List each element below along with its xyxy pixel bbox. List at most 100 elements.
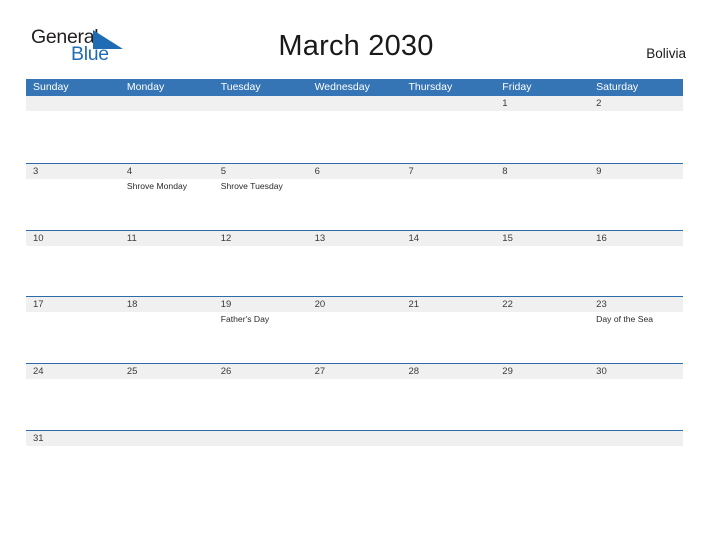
weekday-header-tuesday: Tuesday <box>220 81 261 93</box>
day-event[interactable] <box>308 312 402 362</box>
day-event[interactable] <box>120 312 214 362</box>
day-event[interactable] <box>308 246 402 296</box>
day-event[interactable]: Day of the Sea <box>589 312 683 362</box>
day-number[interactable]: 14 <box>401 231 495 246</box>
day-number[interactable] <box>308 431 402 446</box>
day-event[interactable] <box>589 179 683 229</box>
day-event[interactable]: Shrove Monday <box>120 179 214 229</box>
day-number[interactable] <box>214 96 308 111</box>
day-number[interactable]: 29 <box>495 364 589 379</box>
day-number[interactable]: 5 <box>214 164 308 179</box>
weekday-header-monday: Monday <box>126 81 165 93</box>
day-number[interactable]: 26 <box>214 364 308 379</box>
day-number[interactable]: 28 <box>401 364 495 379</box>
day-event[interactable] <box>26 246 120 296</box>
day-number[interactable]: 2 <box>589 96 683 111</box>
day-number[interactable] <box>401 96 495 111</box>
day-event[interactable] <box>26 111 120 161</box>
week-row: 17 18 19 20 21 22 23 Father's Day Day of… <box>26 296 683 363</box>
day-number[interactable]: 8 <box>495 164 589 179</box>
day-number[interactable]: 6 <box>308 164 402 179</box>
day-event[interactable] <box>589 379 683 429</box>
day-event[interactable] <box>120 246 214 296</box>
day-event[interactable] <box>308 179 402 229</box>
week-row: 1 2 <box>26 96 683 163</box>
day-event[interactable] <box>308 446 402 496</box>
day-number[interactable] <box>495 431 589 446</box>
day-event[interactable] <box>495 312 589 362</box>
country-label: Bolivia <box>646 46 686 61</box>
day-event[interactable] <box>26 179 120 229</box>
day-event[interactable] <box>401 246 495 296</box>
week-event-band: Father's Day Day of the Sea <box>26 312 683 363</box>
day-number[interactable]: 17 <box>26 297 120 312</box>
day-number[interactable]: 21 <box>401 297 495 312</box>
day-number[interactable]: 15 <box>495 231 589 246</box>
calendar-grid: Sunday Monday Tuesday Wednesday Thursday… <box>26 79 683 497</box>
day-event[interactable] <box>495 179 589 229</box>
week-daynumber-band: 10 11 12 13 14 15 16 <box>26 230 683 246</box>
day-number[interactable]: 22 <box>495 297 589 312</box>
day-number[interactable] <box>308 96 402 111</box>
day-event[interactable] <box>589 111 683 161</box>
day-number[interactable] <box>589 431 683 446</box>
day-event[interactable] <box>120 379 214 429</box>
day-number[interactable]: 7 <box>401 164 495 179</box>
day-event[interactable] <box>495 246 589 296</box>
day-number[interactable]: 23 <box>589 297 683 312</box>
day-number[interactable] <box>120 431 214 446</box>
day-event[interactable] <box>26 312 120 362</box>
day-event[interactable] <box>214 446 308 496</box>
day-event[interactable] <box>589 246 683 296</box>
day-event[interactable] <box>495 446 589 496</box>
day-event[interactable] <box>495 111 589 161</box>
day-number[interactable]: 19 <box>214 297 308 312</box>
day-event[interactable] <box>308 111 402 161</box>
day-number[interactable]: 31 <box>26 431 120 446</box>
day-event[interactable] <box>26 379 120 429</box>
day-number[interactable]: 4 <box>120 164 214 179</box>
day-number[interactable] <box>214 431 308 446</box>
day-event[interactable] <box>120 446 214 496</box>
day-event[interactable] <box>214 379 308 429</box>
week-row: 3 4 5 6 7 8 9 Shrove Monday Shrove Tuesd… <box>26 162 683 230</box>
day-event[interactable] <box>120 111 214 161</box>
day-number[interactable]: 3 <box>26 164 120 179</box>
day-event[interactable] <box>401 111 495 161</box>
day-number[interactable]: 10 <box>26 231 120 246</box>
week-event-band <box>26 445 683 496</box>
day-event[interactable]: Shrove Tuesday <box>214 179 308 229</box>
day-number[interactable]: 30 <box>589 364 683 379</box>
day-number[interactable]: 24 <box>26 364 120 379</box>
day-number[interactable]: 13 <box>308 231 402 246</box>
day-number[interactable]: 20 <box>308 297 402 312</box>
day-event[interactable] <box>401 179 495 229</box>
day-event[interactable] <box>401 312 495 362</box>
day-event[interactable] <box>401 379 495 429</box>
day-number[interactable]: 9 <box>589 164 683 179</box>
day-number[interactable]: 11 <box>120 231 214 246</box>
day-event[interactable]: Father's Day <box>214 312 308 362</box>
weekday-header-wednesday: Wednesday <box>314 81 370 93</box>
day-number[interactable] <box>26 96 120 111</box>
week-row: 31 <box>26 429 683 497</box>
day-event[interactable] <box>26 446 120 496</box>
calendar-page: General Blue March 2030 Bolivia Sunday M… <box>0 0 712 550</box>
day-number[interactable]: 1 <box>495 96 589 111</box>
week-daynumber-band: 3 4 5 6 7 8 9 <box>26 163 683 179</box>
day-number[interactable]: 12 <box>214 231 308 246</box>
day-event[interactable] <box>589 446 683 496</box>
day-number[interactable]: 27 <box>308 364 402 379</box>
day-number[interactable]: 18 <box>120 297 214 312</box>
week-row: 10 11 12 13 14 15 16 <box>26 229 683 297</box>
day-number[interactable] <box>120 96 214 111</box>
day-event[interactable] <box>214 111 308 161</box>
day-number[interactable] <box>401 431 495 446</box>
day-event[interactable] <box>308 379 402 429</box>
page-header: General Blue March 2030 Bolivia <box>0 0 712 74</box>
day-number[interactable]: 25 <box>120 364 214 379</box>
day-event[interactable] <box>495 379 589 429</box>
day-event[interactable] <box>214 246 308 296</box>
day-event[interactable] <box>401 446 495 496</box>
day-number[interactable]: 16 <box>589 231 683 246</box>
